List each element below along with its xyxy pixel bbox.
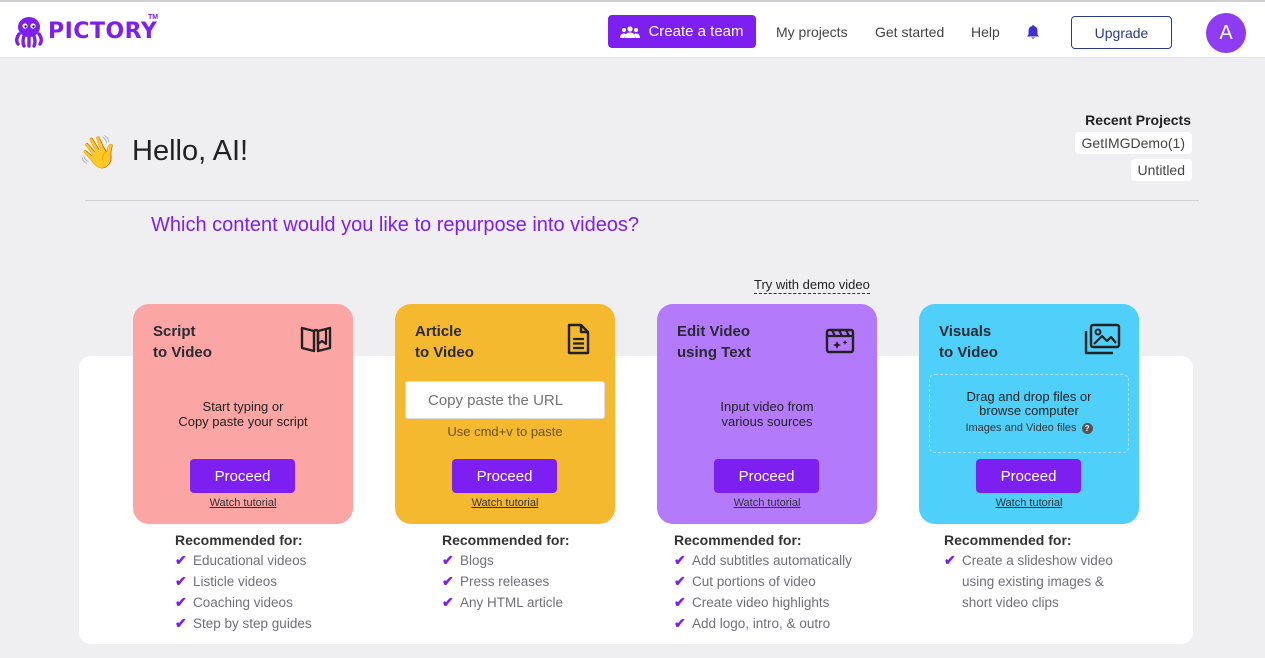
- checkmark-icon: ✔: [442, 573, 454, 589]
- list-item: ✔ Blogs: [442, 550, 570, 571]
- checkmark-icon: ✔: [674, 594, 686, 610]
- list-item: ✔ Any HTML article: [442, 592, 570, 613]
- upgrade-button[interactable]: Upgrade: [1071, 16, 1172, 49]
- checkmark-icon: ✔: [674, 573, 686, 589]
- greeting-title: Hello, AI!: [132, 135, 249, 167]
- checkmark-icon: ✔: [674, 552, 686, 568]
- proceed-button[interactable]: Proceed: [452, 459, 557, 493]
- article-to-video-card[interactable]: Article to Video Use cmd+v to paste Proc…: [395, 304, 615, 524]
- card-description: Input video from various sources: [720, 399, 814, 429]
- script-to-video-card[interactable]: Script to Video Start typing or Copy pas…: [133, 304, 353, 524]
- checkmark-icon: ✔: [175, 615, 187, 631]
- checkmark-icon: ✔: [944, 552, 956, 568]
- recommended-title: Recommended for:: [674, 532, 802, 548]
- list-item: ✔ Coaching videos: [175, 592, 312, 613]
- card-title: Script to Video: [153, 323, 212, 361]
- help-question-icon[interactable]: ?: [1081, 422, 1093, 434]
- create-team-button[interactable]: Create a team: [608, 15, 756, 48]
- checkmark-icon: ✔: [442, 552, 454, 568]
- paste-hint: Use cmd+v to paste: [447, 424, 563, 439]
- team-icon: [620, 25, 641, 38]
- recent-project-chip[interactable]: GetIMGDemo(1): [1074, 132, 1192, 154]
- recent-project-chip[interactable]: Untitled: [1130, 159, 1192, 181]
- nav-get-started[interactable]: Get started: [875, 24, 944, 40]
- card-title: Article to Video: [415, 323, 474, 361]
- checkmark-icon: ✔: [175, 552, 187, 568]
- watch-tutorial-link[interactable]: Watch tutorial: [919, 497, 1139, 509]
- checkmark-icon: ✔: [175, 573, 187, 589]
- card-description: Start typing or Copy paste your script: [178, 399, 308, 429]
- checkmark-icon: ✔: [442, 594, 454, 610]
- checkmark-icon: ✔: [674, 615, 686, 631]
- list-item: ✔ Add logo, intro, & outro: [674, 613, 852, 634]
- list-item: ✔ Educational videos: [175, 550, 312, 571]
- octopus-logo-icon: [15, 17, 43, 48]
- list-item-continued: using existing images &: [962, 574, 1104, 589]
- recommended-list-edit-video: Recommended for: ✔ Add subtitles automati…: [674, 532, 852, 634]
- top-navigation-bar: PICTORY TM Create a team My projects Get…: [0, 0, 1265, 58]
- create-team-label: Create a team: [648, 23, 744, 40]
- clapperboard-icon: [825, 328, 855, 354]
- logo-text: PICTORY: [48, 18, 158, 44]
- open-book-icon: [300, 326, 332, 353]
- document-icon: [567, 323, 590, 355]
- user-avatar[interactable]: A: [1206, 13, 1246, 53]
- list-item-continued: short video clips: [962, 595, 1059, 610]
- checkmark-icon: ✔: [175, 594, 187, 610]
- pictory-logo[interactable]: PICTORY TM: [12, 14, 159, 48]
- recent-projects-title: Recent Projects: [1085, 112, 1191, 128]
- card-title: Edit Video using Text: [677, 323, 751, 361]
- list-item: ✔ Add subtitles automatically: [674, 550, 852, 571]
- try-demo-video-link[interactable]: Try with demo video: [754, 277, 870, 294]
- proceed-button[interactable]: Proceed: [976, 459, 1081, 493]
- visuals-to-video-card[interactable]: Visuals to Video Drag and drop files or …: [919, 304, 1139, 524]
- watch-tutorial-link[interactable]: Watch tutorial: [395, 497, 615, 509]
- trademark-mark: TM: [148, 14, 159, 21]
- recommended-list-article: Recommended for: ✔ Blogs ✔ Press releases …: [442, 532, 570, 613]
- list-item: ✔ Cut portions of video: [674, 571, 852, 592]
- list-item: ✔ Press releases: [442, 571, 570, 592]
- drop-zone-subtext: Images and Video files ?: [930, 422, 1128, 434]
- list-item: ✔ Listicle videos: [175, 571, 312, 592]
- images-icon: [1084, 323, 1121, 355]
- waving-hand-icon: 👋: [78, 134, 118, 170]
- watch-tutorial-link[interactable]: Watch tutorial: [133, 497, 353, 509]
- edit-video-using-text-card[interactable]: Edit Video using Text Input video from v…: [657, 304, 877, 524]
- proceed-button[interactable]: Proceed: [714, 459, 819, 493]
- section-divider: [85, 200, 1199, 201]
- watch-tutorial-link[interactable]: Watch tutorial: [657, 497, 877, 509]
- nav-help[interactable]: Help: [971, 24, 1000, 40]
- recommended-title: Recommended for:: [442, 532, 570, 548]
- nav-my-projects[interactable]: My projects: [776, 24, 848, 40]
- drop-zone-text: Drag and drop files or browse computer: [966, 389, 1092, 418]
- notification-bell-icon[interactable]: [1025, 24, 1041, 40]
- file-drop-zone[interactable]: Drag and drop files or browse computer I…: [929, 374, 1129, 453]
- proceed-button[interactable]: Proceed: [190, 459, 295, 493]
- recommended-title: Recommended for:: [944, 532, 1072, 548]
- recommended-title: Recommended for:: [175, 532, 303, 548]
- card-title: Visuals to Video: [939, 323, 998, 361]
- article-url-input[interactable]: [405, 381, 605, 419]
- recommended-list-script: Recommended for: ✔ Educational videos ✔ Li…: [175, 532, 312, 634]
- list-item: ✔ Create video highlights: [674, 592, 852, 613]
- repurpose-question-heading: Which content would you like to repurpos…: [151, 214, 640, 236]
- recommended-list-visuals: Recommended for: ✔ Create a slideshow vid…: [944, 532, 1113, 613]
- list-item: ✔ Step by step guides: [175, 613, 312, 634]
- list-item: ✔ Create a slideshow video: [944, 550, 1113, 571]
